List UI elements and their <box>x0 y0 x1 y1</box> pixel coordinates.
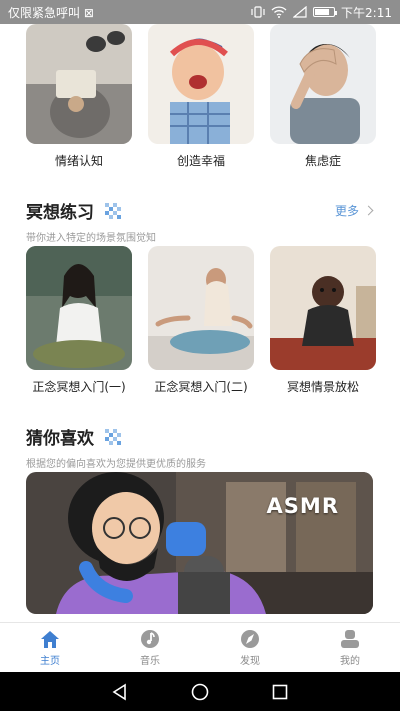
tab-profile[interactable]: 我的 <box>300 623 400 672</box>
topic-card-label: 情绪认知 <box>54 154 103 168</box>
meditation-card-label: 正念冥想入门(二) <box>154 380 248 394</box>
tab-label: 主页 <box>40 655 60 667</box>
section-subtitle: 根据您的偏向喜欢为您提供更优质的服务 <box>26 459 206 470</box>
topic-card-label: 创造幸福 <box>176 154 225 168</box>
meditation-section-header: 冥想练习 更多 带你进入特定的场景氛围觉知 <box>26 198 376 244</box>
topic-card-emotion[interactable]: 情绪认知 <box>26 24 132 169</box>
meditation-thumbnail <box>148 246 254 370</box>
carrier-text: 仅限紧急呼叫 ⊠ <box>8 5 94 20</box>
compass-icon <box>241 629 259 648</box>
meditation-card-label: 冥想情景放松 <box>286 380 359 394</box>
wifi-icon <box>271 6 287 18</box>
more-label: 更多 <box>334 204 359 218</box>
person-icon <box>341 629 359 648</box>
vibrate-icon <box>251 6 265 18</box>
meditation-thumbnail <box>270 246 376 370</box>
recommend-section-header: 猜你喜欢 根据您的偏向喜欢为您提供更优质的服务 <box>26 424 376 470</box>
signal-icon <box>293 6 307 18</box>
section-subtitle: 带你进入特定的场景氛围觉知 <box>26 233 156 244</box>
system-nav-bar <box>0 672 400 711</box>
battery-icon <box>313 7 338 17</box>
music-icon <box>141 629 159 648</box>
back-icon[interactable] <box>110 682 130 702</box>
section-title: 猜你喜欢 <box>26 429 94 449</box>
section-title: 冥想练习 <box>26 203 94 223</box>
topic-card-happiness[interactable]: 创造幸福 <box>148 24 254 169</box>
home-nav-icon[interactable] <box>190 682 210 702</box>
emotion-thumbnail <box>26 24 132 144</box>
tab-label: 音乐 <box>140 655 160 667</box>
tab-home[interactable]: 主页 <box>0 623 100 672</box>
clock: 下午2:11 <box>341 5 392 20</box>
meditation-card-2[interactable]: 正念冥想入门(二) <box>148 246 254 395</box>
status-bar: 仅限紧急呼叫 ⊠ 下午2:11 <box>0 0 400 24</box>
home-content[interactable]: 情绪认知 创造幸福 焦虑症 冥想练习 更多 带你进入特定的场景氛围觉知 正念冥想… <box>0 24 400 622</box>
tab-label: 发现 <box>240 655 260 667</box>
pixel-decoration-icon <box>105 202 122 219</box>
meditation-card-3[interactable]: 冥想情景放松 <box>270 246 376 395</box>
bottom-tab-bar: 主页 音乐 发现 我的 <box>0 622 400 672</box>
meditation-cards-row: 正念冥想入门(一) 正念冥想入门(二) 冥想情景放松 <box>26 246 376 395</box>
topic-cards-row: 情绪认知 创造幸福 焦虑症 <box>26 24 376 169</box>
asmr-banner[interactable]: ASMR <box>26 472 373 614</box>
meditation-card-1[interactable]: 正念冥想入门(一) <box>26 246 132 395</box>
anxiety-thumbnail <box>270 24 376 144</box>
pixel-decoration-icon <box>105 428 122 445</box>
happiness-thumbnail <box>148 24 254 144</box>
topic-card-label: 焦虑症 <box>304 154 341 168</box>
tab-music[interactable]: 音乐 <box>100 623 200 672</box>
topic-card-anxiety[interactable]: 焦虑症 <box>270 24 376 169</box>
recents-icon[interactable] <box>270 682 290 702</box>
meditation-thumbnail <box>26 246 132 370</box>
more-link[interactable]: 更多 <box>334 202 374 219</box>
tab-label: 我的 <box>340 655 360 667</box>
tab-discover[interactable]: 发现 <box>200 623 300 672</box>
home-icon <box>41 630 59 648</box>
meditation-card-label: 正念冥想入门(一) <box>32 380 126 394</box>
banner-title: ASMR <box>266 494 339 518</box>
chevron-right-icon <box>363 205 374 216</box>
